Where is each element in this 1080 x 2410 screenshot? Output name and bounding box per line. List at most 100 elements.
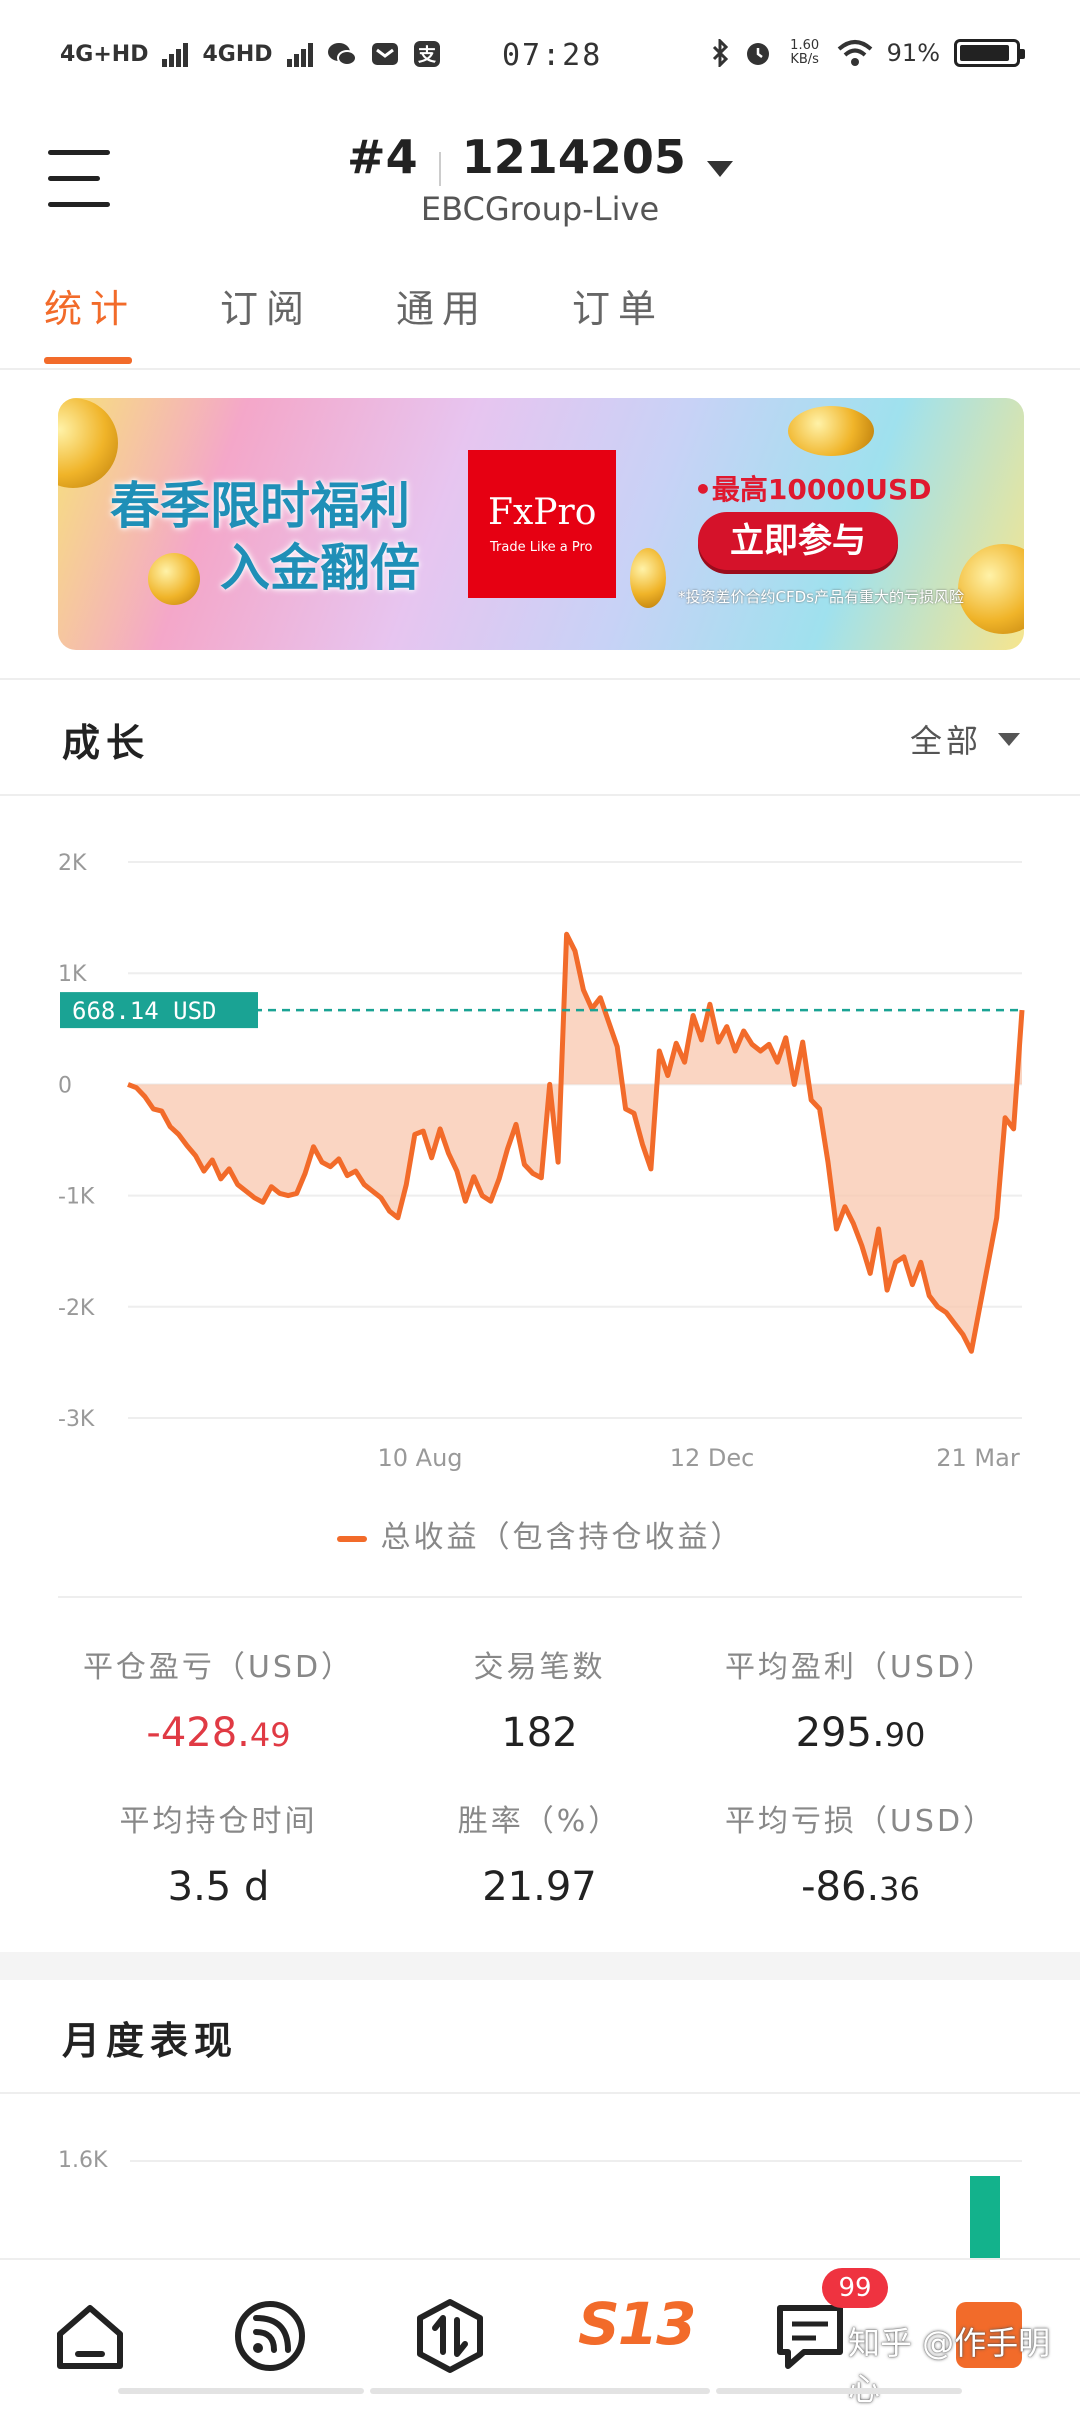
feed-icon[interactable] bbox=[230, 2296, 310, 2376]
status-right: 1.60 KB/s 91% bbox=[711, 38, 1025, 68]
promo-banner[interactable]: 春季限时福利 入金翻倍 FxPro Trade Like a Pro •最高10… bbox=[58, 398, 1024, 650]
chevron-down-icon bbox=[706, 160, 733, 177]
svg-text:支: 支 bbox=[417, 44, 437, 66]
server-name: EBCGroup-Live bbox=[420, 189, 660, 228]
growth-chart: 2K 1K 0 -1K -2K -3K 668.14 USD 10 Aug 12 Dec 21 M… bbox=[58, 851, 1025, 1472]
stat-avg-hold-time: 平均持仓时间 3.5 d bbox=[58, 1796, 379, 1910]
coin-image bbox=[58, 398, 118, 488]
stat-win-rate: 胜率（%） 21.97 bbox=[379, 1796, 700, 1910]
fxpro-logo: FxPro Trade Like a Pro bbox=[468, 450, 616, 598]
gesture-bar bbox=[370, 2388, 710, 2394]
stat-label: 平均盈利（USD） bbox=[724, 1650, 997, 1685]
banner-max-amount: •最高10000USD bbox=[694, 473, 932, 506]
separator bbox=[438, 151, 441, 186]
tab-subscribe[interactable]: 订阅 bbox=[220, 278, 312, 333]
tab-orders[interactable]: 订单 bbox=[572, 278, 664, 333]
stat-value-dec: 36 bbox=[879, 1870, 920, 1908]
status-left: 4G+HD 4GHD 支 bbox=[60, 40, 441, 68]
active-tab-indicator bbox=[44, 357, 132, 364]
battery-percent: 91% bbox=[886, 39, 940, 67]
gesture-bar bbox=[118, 2388, 364, 2394]
alipay-icon: 支 bbox=[413, 41, 440, 67]
account-number: 1214205 bbox=[461, 130, 686, 184]
stat-value: 182 bbox=[379, 1710, 700, 1756]
stat-value-int: 295. bbox=[795, 1710, 885, 1756]
status-time: 07:28 bbox=[502, 38, 603, 73]
logo-tagline: Trade Like a Pro bbox=[490, 540, 593, 555]
coin-image bbox=[148, 553, 200, 605]
tab-bar: 统计 订阅 通用 订单 bbox=[0, 278, 1080, 370]
network-label-1: 4G+HD bbox=[60, 41, 149, 67]
stat-trade-count: 交易笔数 182 bbox=[379, 1642, 700, 1756]
coin-image bbox=[958, 544, 1024, 634]
y-tick-label: 1K bbox=[58, 962, 87, 987]
monthly-bar bbox=[970, 2176, 1000, 2258]
status-bar: 4G+HD 4GHD 支 07:28 1.60 KB/s 91% bbox=[0, 0, 1080, 120]
home-icon[interactable] bbox=[50, 2296, 130, 2376]
stat-value: -86.36 bbox=[700, 1864, 1021, 1910]
trade-icon[interactable] bbox=[410, 2296, 490, 2376]
tab-general[interactable]: 通用 bbox=[396, 278, 488, 333]
stat-value-int: 182 bbox=[501, 1710, 578, 1756]
stat-avg-profit: 平均盈利（USD） 295.90 bbox=[700, 1642, 1021, 1756]
period-filter[interactable]: 全部 bbox=[910, 716, 1020, 762]
stat-value: -428.49 bbox=[58, 1710, 379, 1756]
message-badge: 99 bbox=[822, 2268, 888, 2308]
messages-icon[interactable] bbox=[770, 2296, 850, 2376]
stat-label: 胜率（%） bbox=[457, 1804, 622, 1839]
stat-label: 平仓盈亏（USD） bbox=[82, 1650, 355, 1685]
coin-image bbox=[630, 548, 666, 608]
net-speed: 1.60 KB/s bbox=[790, 38, 820, 67]
stat-value-int: -428. bbox=[146, 1710, 250, 1756]
wifi-icon bbox=[837, 40, 872, 66]
coin-image bbox=[788, 406, 874, 456]
stat-value: 3.5 d bbox=[58, 1864, 379, 1910]
stat-closed-pnl: 平仓盈亏（USD） -428.49 bbox=[58, 1642, 379, 1756]
stat-value: 21.97 bbox=[379, 1864, 700, 1910]
stat-label: 交易笔数 bbox=[473, 1650, 606, 1685]
legend-line-icon bbox=[336, 1535, 367, 1542]
stats-grid: 平仓盈亏（USD） -428.49 交易笔数 182 平均盈利（USD） 295… bbox=[58, 1596, 1022, 1910]
bluetooth-icon bbox=[712, 39, 728, 67]
stat-label: 平均亏损（USD） bbox=[724, 1804, 997, 1839]
network-label-2: 4GHD bbox=[202, 41, 273, 67]
stat-value: 295.90 bbox=[700, 1710, 1021, 1756]
divider bbox=[0, 678, 1080, 680]
y-tick-label: -1K bbox=[58, 1185, 95, 1210]
tab-statistics[interactable]: 统计 bbox=[44, 278, 136, 333]
y-tick-label: -3K bbox=[58, 1407, 95, 1432]
y-tick-label: 1.6K bbox=[58, 2148, 108, 2173]
mail-icon bbox=[371, 43, 398, 65]
section-gap bbox=[0, 1952, 1080, 1980]
stat-value-int: -86. bbox=[801, 1864, 880, 1910]
y-tick-label: 2K bbox=[58, 851, 87, 876]
monthly-title: 月度表现 bbox=[62, 2019, 239, 2063]
current-value-label: 668.14 USD bbox=[72, 997, 217, 1025]
divider bbox=[0, 2092, 1080, 2094]
account-selector[interactable]: #4 1214205 EBCGroup-Live bbox=[0, 130, 1080, 228]
chevron-down-icon bbox=[998, 732, 1020, 746]
monthly-chart: 1.6K bbox=[58, 2148, 1022, 2258]
logo-text: FxPro bbox=[488, 492, 597, 533]
stat-label: 平均持仓时间 bbox=[119, 1804, 318, 1839]
risk-disclaimer: *投资差价合约CFDs产品有重大的亏损风险 bbox=[678, 588, 964, 606]
signal-icon bbox=[286, 41, 313, 67]
legend-label: 总收益（包含持仓收益） bbox=[380, 1520, 744, 1555]
join-now-button[interactable]: 立即参与 bbox=[698, 512, 898, 570]
x-tick-label: 10 Aug bbox=[377, 1444, 462, 1472]
stat-value-int: 3.5 d bbox=[167, 1864, 270, 1910]
gesture-bar bbox=[716, 2388, 962, 2394]
stat-value-int: 21.97 bbox=[482, 1864, 597, 1910]
stat-avg-loss: 平均亏损（USD） -86.36 bbox=[700, 1796, 1021, 1910]
s13-logo[interactable]: S13 bbox=[578, 2290, 697, 2370]
x-tick-label: 21 Mar bbox=[936, 1444, 1020, 1472]
stat-value-dec: 49 bbox=[249, 1716, 291, 1754]
stat-value-dec: 90 bbox=[884, 1716, 926, 1754]
watermark: 知乎 @作手明心 bbox=[848, 2324, 1051, 2408]
banner-subheadline: 入金翻倍 bbox=[220, 539, 420, 597]
growth-title: 成长 bbox=[62, 721, 151, 765]
signal-icon bbox=[162, 41, 189, 67]
period-filter-label: 全部 bbox=[909, 722, 982, 760]
battery-icon bbox=[954, 39, 1025, 67]
y-tick-label: 0 bbox=[58, 1073, 72, 1098]
